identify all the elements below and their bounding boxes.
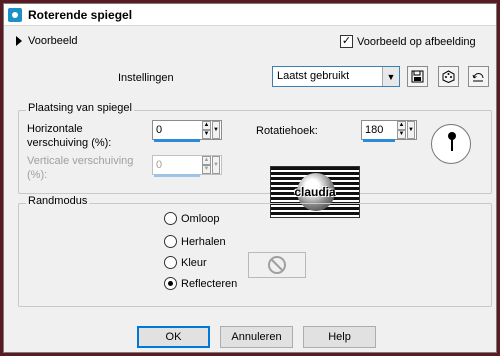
edge-mode-group-title: Randmodus xyxy=(26,195,90,207)
vertical-offset-stepper: 0 ▲ ▼ ▼ xyxy=(152,155,222,177)
radio-wrap[interactable]: Omloop xyxy=(164,212,220,225)
preview-on-image-checkbox[interactable]: ✓ Voorbeeld op afbeelding xyxy=(340,35,476,48)
preview-toggle-label: Voorbeeld xyxy=(28,35,78,47)
decrement-icon: ▼ xyxy=(202,165,211,174)
preview-on-image-label: Voorbeeld op afbeelding xyxy=(357,35,476,48)
preset-select-value: Laatst gebruikt xyxy=(277,70,350,82)
decrement-icon[interactable]: ▼ xyxy=(202,130,211,139)
radio-button-icon[interactable] xyxy=(164,256,177,269)
horizontal-offset-label: Horizontale verschuiving (%): xyxy=(27,122,111,150)
color-swatch-button xyxy=(248,252,306,278)
stepper-buttons: ▲ ▼ ▼ xyxy=(202,156,220,174)
rotation-angle-slider[interactable] xyxy=(363,139,395,142)
horizontal-offset-value: 0 xyxy=(156,124,163,136)
expand-triangle-icon xyxy=(16,36,22,46)
preview-image-text: claudia xyxy=(294,185,336,199)
vertical-offset-label: Verticale verschuiving (%): xyxy=(27,154,133,182)
title-bar: Roterende spiegel xyxy=(4,4,496,26)
rotation-angle-label: Rotatiehoek: xyxy=(256,125,318,137)
radio-reflect[interactable]: Reflecteren xyxy=(164,277,237,290)
horizontal-offset-stepper[interactable]: 0 ▲ ▼ ▼ xyxy=(152,120,222,142)
cancel-button[interactable]: Annuleren xyxy=(220,326,293,348)
rotation-angle-stepper[interactable]: 180 ▲ ▼ ▼ xyxy=(361,120,417,142)
help-button[interactable]: Help xyxy=(303,326,376,348)
radio-reflect-label: Reflecteren xyxy=(181,277,238,290)
floppy-disk-icon xyxy=(411,70,424,83)
settings-label: Instellingen xyxy=(118,72,174,84)
dice-icon xyxy=(442,70,455,83)
radio-button-icon[interactable] xyxy=(164,212,177,225)
increment-icon: ▲ xyxy=(202,156,211,165)
no-color-icon xyxy=(268,256,286,274)
radio-button-selected-icon[interactable] xyxy=(164,277,177,290)
dialog-window: Roterende spiegel Voorbeeld ✓ Voorbeeld … xyxy=(3,3,497,353)
rotation-dial[interactable] xyxy=(431,124,471,164)
dropdown-icon[interactable]: ▼ xyxy=(407,121,415,139)
app-icon xyxy=(8,8,22,22)
ok-button[interactable]: OK xyxy=(137,326,210,348)
window-title: Roterende spiegel xyxy=(28,8,133,22)
stepper-buttons: ▲ ▼ ▼ xyxy=(397,121,415,139)
dial-hand-icon xyxy=(451,135,453,151)
vertical-offset-value: 0 xyxy=(156,159,163,171)
preview-toggle[interactable]: Voorbeeld xyxy=(16,35,78,47)
radio-repeat[interactable]: Herhalen xyxy=(164,235,226,248)
radio-wrap-label: Omloop xyxy=(181,212,220,225)
increment-icon[interactable]: ▲ xyxy=(202,121,211,130)
checkmark-icon[interactable]: ✓ xyxy=(340,35,353,48)
reset-arrow-icon xyxy=(472,73,484,82)
radio-color-label: Kleur xyxy=(181,256,207,269)
save-preset-button[interactable] xyxy=(407,66,428,87)
radio-button-icon[interactable] xyxy=(164,235,177,248)
dropdown-icon[interactable]: ▼ xyxy=(212,121,220,139)
horizontal-offset-slider[interactable] xyxy=(154,139,200,142)
placement-group-title: Plaatsing van spiegel xyxy=(26,102,134,114)
vertical-offset-label-line1: Verticale verschuiving xyxy=(27,155,134,167)
chevron-down-icon[interactable]: ▼ xyxy=(382,67,399,86)
stepper-buttons: ▲ ▼ ▼ xyxy=(202,121,220,139)
dropdown-icon: ▼ xyxy=(212,156,220,174)
preset-select[interactable]: Laatst gebruikt ▼ xyxy=(272,66,400,87)
rotation-angle-value: 180 xyxy=(365,124,384,136)
radio-color[interactable]: Kleur xyxy=(164,256,207,269)
increment-icon[interactable]: ▲ xyxy=(397,121,406,130)
horizontal-offset-label-line1: Horizontale xyxy=(27,123,83,135)
vertical-offset-slider xyxy=(154,174,200,177)
horizontal-offset-label-line2: verschuiving (%): xyxy=(27,137,112,149)
decrement-icon[interactable]: ▼ xyxy=(397,130,406,139)
reset-button[interactable] xyxy=(468,66,489,87)
vertical-offset-label-line2: (%): xyxy=(27,169,48,181)
radio-repeat-label: Herhalen xyxy=(181,235,226,248)
randomize-button[interactable] xyxy=(438,66,459,87)
